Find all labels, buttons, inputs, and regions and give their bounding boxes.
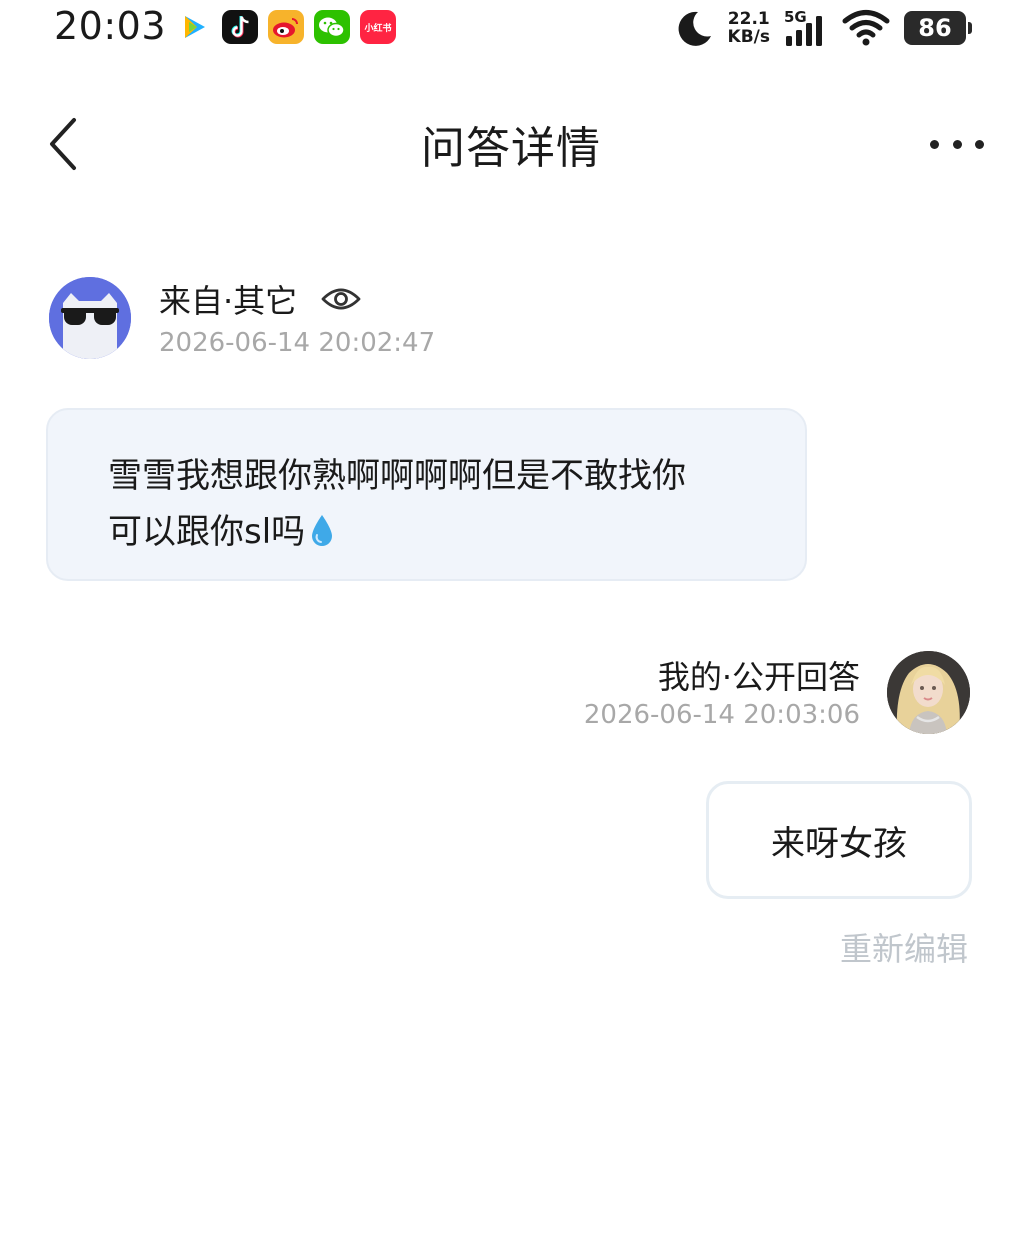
eye-icon[interactable]: [321, 284, 361, 314]
more-dot-icon: [975, 139, 984, 149]
signal-bars-icon: [786, 16, 822, 46]
status-bar: 20:03 小红书 22.1 KB/s 5G 86: [0, 0, 1022, 60]
question-text-line-2: 可以跟你sl吗: [108, 504, 745, 560]
weibo-icon: [268, 10, 304, 44]
more-dot-icon: [952, 139, 962, 149]
more-options-button[interactable]: [924, 128, 990, 160]
question-source: 来自·其它: [159, 276, 361, 322]
tencent-video-icon: [176, 10, 212, 44]
notification-app-icons: 小红书: [176, 10, 396, 44]
xiaohongshu-icon: 小红书: [360, 10, 396, 44]
moon-icon: [678, 11, 711, 46]
status-indicators: 22.1 KB/s 5G 86: [674, 6, 972, 50]
net-speed-unit: KB/s: [727, 27, 770, 47]
answer-timestamp: 2026-06-14 20:03:06: [583, 700, 860, 730]
wechat-icon: [314, 10, 350, 44]
question-text: 可以跟你sl吗: [108, 512, 306, 552]
net-speed-value: 22.1: [727, 9, 770, 29]
question-bubble: 雪雪我想跟你熟啊啊啊啊但是不敢找你 可以跟你sl吗: [46, 408, 807, 581]
xiaohongshu-icon-label: 小红书: [364, 23, 392, 34]
page-title: 问答详情: [421, 123, 601, 174]
answer-bubble: 来呀女孩: [706, 781, 972, 899]
wifi-icon: [842, 10, 890, 46]
answer-text: 来呀女孩: [771, 823, 907, 864]
more-dot-icon: [930, 139, 939, 149]
avatar[interactable]: [887, 651, 970, 734]
question-timestamp: 2026-06-14 20:02:47: [159, 328, 436, 358]
question-text-line: 雪雪我想跟你熟啊啊啊啊但是不敢找你: [108, 456, 686, 496]
answer-label: 我的·公开回答: [657, 658, 860, 696]
sunglasses-cat-icon: [49, 277, 131, 359]
asker-avatar[interactable]: [49, 277, 131, 359]
reedit-button[interactable]: 重新编辑: [840, 924, 968, 970]
question-source-label: 来自·其它: [159, 282, 298, 320]
tiktok-icon: [222, 10, 258, 44]
battery-indicator: 86: [904, 11, 972, 45]
water-drop-icon: [312, 515, 333, 546]
net-speed: 22.1 KB/s: [728, 10, 770, 46]
status-time: 20:03: [54, 4, 167, 48]
user-photo-icon: [887, 651, 970, 734]
cellular-signal: 5G: [784, 8, 828, 48]
